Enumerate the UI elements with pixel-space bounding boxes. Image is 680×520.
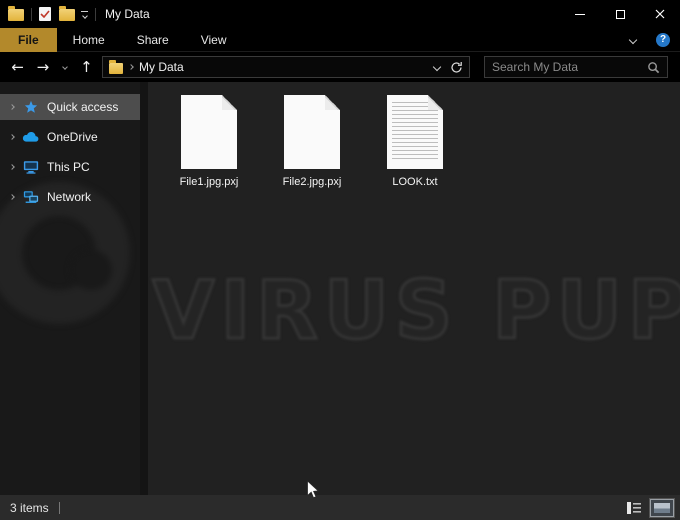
titlebar-separator <box>31 7 32 21</box>
quick-access-folder-icon[interactable] <box>59 6 75 21</box>
expander-chevron-icon[interactable] <box>9 104 15 110</box>
pane-divider <box>140 82 148 495</box>
sidebar-item-quick-access[interactable]: Quick access <box>0 94 140 120</box>
address-bar[interactable]: My Data <box>102 56 470 78</box>
details-view-icon[interactable] <box>626 501 642 515</box>
recent-locations-chevron-icon[interactable] <box>59 56 71 78</box>
computer-icon <box>22 160 39 174</box>
items-count: 3 items <box>10 500 49 515</box>
file-name: LOOK.txt <box>392 176 438 188</box>
minimize-button[interactable] <box>560 0 600 28</box>
large-icons-view-icon[interactable] <box>650 498 674 517</box>
tab-share[interactable]: Share <box>121 28 185 52</box>
tab-home[interactable]: Home <box>57 28 121 52</box>
status-bar: 3 items <box>0 495 680 520</box>
text-file-icon <box>387 95 443 169</box>
cloud-icon <box>22 131 39 143</box>
refresh-icon[interactable] <box>450 61 463 74</box>
navigation-toolbar: ← → ↑ My Data <box>0 52 680 82</box>
window-title: My Data <box>105 7 150 21</box>
search-icon[interactable] <box>647 61 660 74</box>
titlebar: My Data <box>0 0 680 28</box>
address-dropdown-chevron-icon[interactable] <box>432 62 442 72</box>
sidebar-item-network[interactable]: Network <box>0 184 140 210</box>
window-folder-icon <box>8 6 24 21</box>
file-item[interactable]: File1.jpg.pxj <box>164 95 254 188</box>
explorer-body: VIRUS PUP Quick access OneDrive This PC … <box>0 82 680 495</box>
ribbon-tabs: File Home Share View ? <box>0 27 680 52</box>
breadcrumb-path[interactable]: My Data <box>139 60 184 74</box>
breadcrumb-chevron-icon[interactable] <box>128 64 134 70</box>
file-explorer-window: My Data File Home Share View ? ← → ↑ My … <box>0 0 680 520</box>
expander-chevron-icon[interactable] <box>9 164 15 170</box>
search-box <box>484 56 668 78</box>
close-button[interactable] <box>640 0 680 28</box>
back-arrow-icon[interactable]: ← <box>8 56 27 78</box>
forward-arrow-icon[interactable]: → <box>33 56 52 78</box>
file-name: File2.jpg.pxj <box>282 176 342 188</box>
maximize-button[interactable] <box>600 0 640 28</box>
blank-file-icon <box>284 95 340 169</box>
navigation-pane: Quick access OneDrive This PC Network <box>0 82 140 495</box>
file-list-area[interactable]: File1.jpg.pxj File2.jpg.pxj LOOK.txt <box>148 82 680 495</box>
ribbon-collapse-chevron-icon[interactable] <box>628 35 638 44</box>
quick-access-toolbar-dropdown-icon[interactable] <box>81 10 88 19</box>
up-arrow-icon[interactable]: ↑ <box>77 56 96 78</box>
expander-chevron-icon[interactable] <box>9 194 15 200</box>
checked-document-icon[interactable] <box>39 7 51 21</box>
search-input[interactable] <box>492 60 647 74</box>
help-icon[interactable]: ? <box>656 32 670 47</box>
file-item[interactable]: LOOK.txt <box>370 95 460 188</box>
status-separator <box>58 501 60 514</box>
file-name: File1.jpg.pxj <box>179 176 239 188</box>
sidebar-item-this-pc[interactable]: This PC <box>0 154 140 180</box>
network-icon <box>22 190 39 204</box>
tab-file[interactable]: File <box>0 27 57 52</box>
address-location-folder-icon <box>109 59 123 74</box>
tab-view[interactable]: View <box>185 28 243 52</box>
sidebar-item-onedrive[interactable]: OneDrive <box>0 124 140 150</box>
blank-file-icon <box>181 95 237 169</box>
file-item[interactable]: File2.jpg.pxj <box>267 95 357 188</box>
expander-chevron-icon[interactable] <box>9 134 15 140</box>
star-icon <box>22 100 39 114</box>
titlebar-separator <box>95 7 96 21</box>
